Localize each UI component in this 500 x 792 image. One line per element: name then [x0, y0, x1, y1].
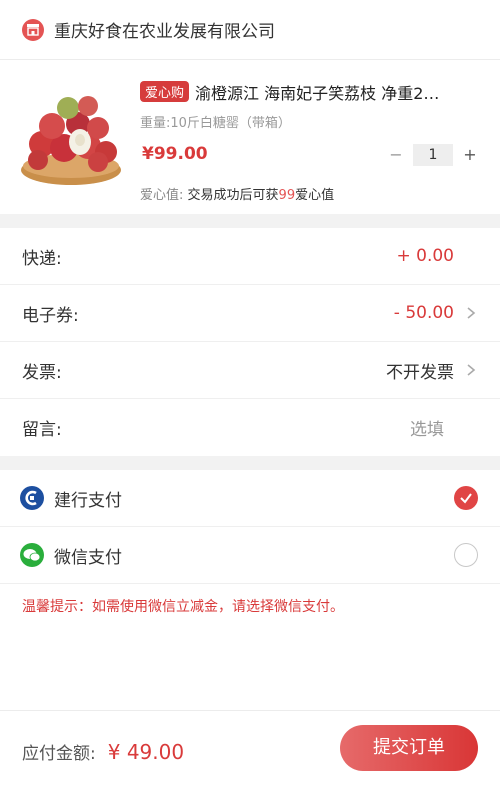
lychee-product-image [21, 96, 121, 185]
product-price: ¥99.00 [142, 144, 208, 164]
store-header: 重庆好食在农业发展有限公司 [0, 0, 500, 60]
note-row[interactable]: 留言: 选填 [0, 399, 500, 456]
love-points-row: 爱心值: 交易成功后可获99爱心值 [140, 184, 334, 203]
coupon-label: 电子券: [22, 305, 79, 326]
product-card[interactable]: 爱心购 渝橙源江 海南妃子笑荔枝 净重2… 重量:10斤白糖罂（带箱） ¥99.0… [0, 60, 500, 214]
radio-selected-ccb[interactable] [454, 486, 478, 510]
checkout-footer: 应付金额: ¥ 49.00 提交订单 [0, 710, 500, 792]
express-value: + 0.00 [396, 246, 455, 266]
love-points-label: 爱心值: [140, 188, 184, 203]
increase-button[interactable]: + [457, 144, 483, 166]
payment-tip: 温馨提示：如需使用微信立减金，请选择微信支付。 [22, 599, 344, 615]
fee-section: 快递: + 0.00 电子券: - 50.00 发票: 不开发票 留言: 选填 [0, 228, 500, 456]
chevron-right-icon [467, 364, 476, 376]
love-buy-tag: 爱心购 [140, 81, 190, 102]
love-points-text-pre: 交易成功后可获 [187, 188, 279, 203]
product-title-text: 渝橙源江 海南妃子笑荔枝 净重2… [195, 84, 440, 103]
payment-label-ccb: 建行支付 [54, 490, 122, 511]
decrease-button[interactable]: − [383, 144, 409, 166]
payment-option-wechat[interactable]: 微信支付 [0, 527, 500, 584]
store-name: 重庆好食在农业发展有限公司 [54, 22, 275, 42]
invoice-label: 发票: [22, 362, 62, 383]
quantity-value[interactable]: 1 [413, 144, 453, 166]
payment-option-ccb[interactable]: 建行支付 [0, 470, 500, 527]
coupon-row[interactable]: 电子券: - 50.00 [0, 285, 500, 342]
note-input[interactable]: 选填 [410, 415, 444, 440]
express-label: 快递: [22, 248, 62, 269]
chevron-right-icon [467, 307, 476, 319]
coupon-value: - 50.00 [393, 303, 454, 323]
invoice-row[interactable]: 发票: 不开发票 [0, 342, 500, 399]
invoice-value: 不开发票 [386, 362, 454, 383]
love-points-number: 99 [278, 188, 296, 203]
quantity-stepper[interactable]: − 1 + [383, 144, 483, 166]
total-label: 应付金额: [22, 744, 96, 764]
express-row: 快递: + 0.00 [0, 228, 500, 285]
total-value: ¥ 49.00 [107, 739, 185, 764]
note-label: 留言: [22, 420, 62, 440]
radio-unselected-wechat[interactable] [454, 543, 478, 567]
ccb-icon [20, 486, 44, 510]
product-title: 爱心购 渝橙源江 海南妃子笑荔枝 净重2… [140, 80, 485, 104]
love-points-text-post: 爱心值 [295, 188, 335, 203]
payment-section: 建行支付 微信支付 温馨提示：如需使用微信立减金，请选择微信支付。 [0, 470, 500, 710]
wechat-icon [20, 543, 44, 567]
shop-icon [22, 18, 44, 41]
submit-order-button[interactable]: 提交订单 [340, 725, 478, 771]
checkmark-icon [460, 493, 472, 504]
product-spec: 重量:10斤白糖罂（带箱） [140, 116, 291, 131]
payment-label-wechat: 微信支付 [54, 547, 122, 568]
